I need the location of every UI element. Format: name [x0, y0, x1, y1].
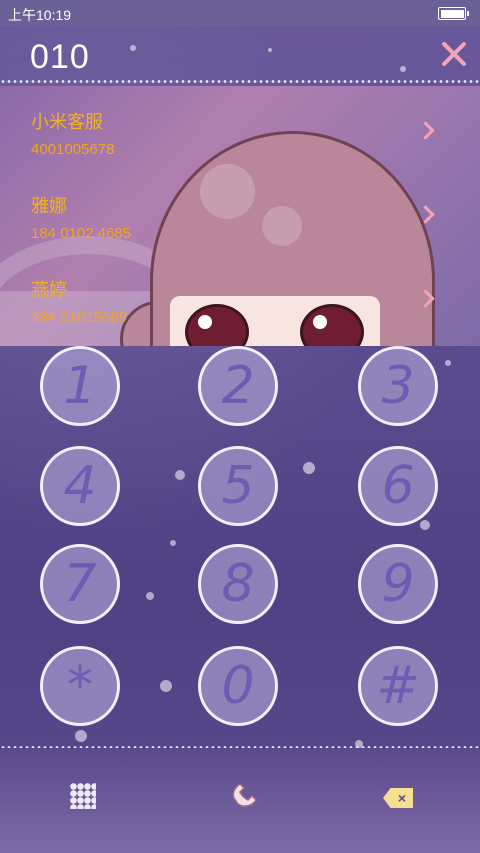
battery-icon [438, 7, 469, 20]
contact-item[interactable]: 小米客服 4001005678 [31, 108, 114, 158]
contact-number: 184 0102 4685 [31, 225, 132, 242]
dialed-number: 010 [30, 38, 90, 76]
backspace-icon[interactable]: × [383, 788, 413, 808]
key-3[interactable]: 3 [358, 346, 438, 426]
contact-suggestions: 小米客服 4001005678 雅娜 184 0102 4685 燕婷 184 … [0, 86, 480, 346]
contact-item[interactable]: 雅娜 184 0102 4685 [31, 192, 131, 242]
status-bar: 上午10:19 [0, 0, 480, 26]
key-6[interactable]: 6 [358, 446, 438, 526]
key-hash[interactable]: # [358, 646, 438, 726]
key-4[interactable]: 4 [40, 446, 120, 526]
key-0[interactable]: 0 [198, 646, 278, 726]
key-5[interactable]: 5 [198, 446, 278, 526]
keypad-icon[interactable] [70, 783, 96, 809]
key-8[interactable]: 8 [198, 544, 278, 624]
contact-name: 小米客服 [31, 112, 103, 132]
phone-handset-icon[interactable] [228, 776, 262, 810]
contact-item[interactable]: 燕婷 184 01015689 [31, 276, 127, 326]
contact-number: 4001005678 [31, 141, 115, 158]
close-icon[interactable] [440, 40, 468, 68]
bottom-action-bar: × [0, 748, 480, 853]
contact-number: 184 01015689 [31, 309, 127, 326]
key-7[interactable]: 7 [40, 544, 120, 624]
key-9[interactable]: 9 [358, 544, 438, 624]
contact-name: 雅娜 [31, 196, 67, 216]
key-1[interactable]: 1 [40, 346, 120, 426]
divider [0, 80, 480, 83]
chevron-right-icon[interactable] [416, 121, 435, 140]
status-time: 上午10:19 [8, 7, 72, 23]
dial-input-bar: 010 [0, 26, 480, 82]
key-2[interactable]: 2 [198, 346, 278, 426]
dial-keypad: 1 2 3 4 5 6 7 8 9 * 0 # [0, 346, 480, 746]
key-star[interactable]: * [40, 646, 120, 726]
contact-name: 燕婷 [31, 280, 67, 300]
